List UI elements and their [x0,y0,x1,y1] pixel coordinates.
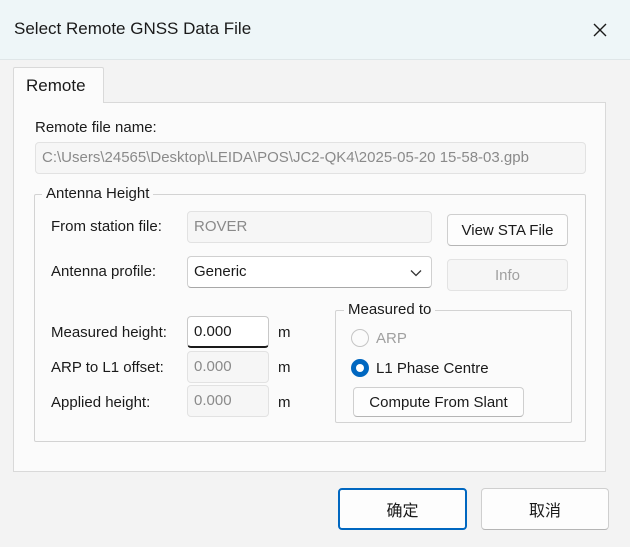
from-station-label: From station file: [51,218,162,235]
tab-remote[interactable]: Remote [13,67,104,103]
antenna-height-group: Antenna Height From station file: ROVER … [34,185,586,442]
tab-panel-remote: Remote file name: C:\Users\24565\Desktop… [13,102,606,472]
antenna-profile-select[interactable]: Generic [187,256,432,288]
compute-from-slant-button[interactable]: Compute From Slant [353,387,524,417]
radio-arp-indicator [351,329,369,347]
window-title: Select Remote GNSS Data File [14,19,252,38]
applied-height-unit: m [278,394,291,411]
radio-arp-label: ARP [376,329,407,347]
radio-arp[interactable]: ARP [351,329,407,347]
applied-height-field[interactable]: 0.000 [187,385,269,417]
measured-to-group: Measured to ARP L1 Phase Centre Compute … [335,301,572,423]
remote-file-label: Remote file name: [35,119,157,136]
measured-height-label: Measured height: [51,324,167,341]
antenna-profile-label: Antenna profile: [51,263,157,280]
chevron-down-icon [410,270,422,277]
radio-l1-phase-centre-label: L1 Phase Centre [376,359,489,377]
measured-height-input[interactable]: 0.000 [187,316,269,348]
from-station-field[interactable]: ROVER [187,211,432,243]
info-button[interactable]: Info [447,259,568,291]
view-sta-file-button[interactable]: View STA File [447,214,568,246]
radio-l1-phase-centre-indicator [351,359,369,377]
tab-remote-label: Remote [26,76,86,95]
arp-offset-field[interactable]: 0.000 [187,351,269,383]
applied-height-label: Applied height: [51,394,151,411]
remote-file-field[interactable]: C:\Users\24565\Desktop\LEIDA\POS\JC2-QK4… [35,142,586,174]
radio-l1-phase-centre[interactable]: L1 Phase Centre [351,359,489,377]
ok-button[interactable]: 确定 [338,488,467,530]
arp-offset-unit: m [278,359,291,376]
measured-height-unit: m [278,324,291,341]
antenna-height-title: Antenna Height [42,185,154,202]
arp-offset-label: ARP to L1 offset: [51,359,164,376]
close-icon [593,23,607,37]
measured-to-title: Measured to [344,301,436,318]
close-button[interactable] [570,0,630,60]
cancel-button[interactable]: 取消 [481,488,609,530]
title-bar: Select Remote GNSS Data File [0,0,630,60]
antenna-profile-value: Generic [194,263,247,280]
